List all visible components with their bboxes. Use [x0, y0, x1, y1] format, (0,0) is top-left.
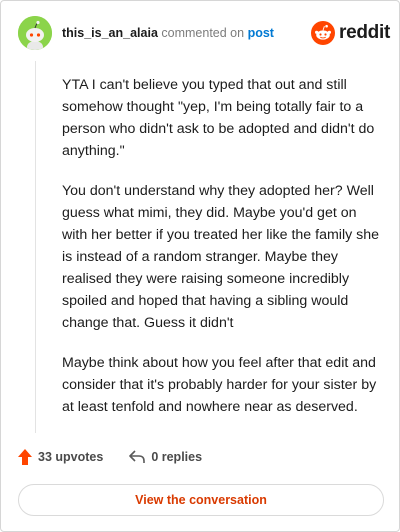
- replies-button[interactable]: 0 replies: [129, 450, 202, 464]
- arrow-up-icon: [18, 449, 32, 465]
- comment-card: this_is_an_alaia commented on post reddi…: [0, 0, 400, 532]
- upvote-count: 33 upvotes: [38, 450, 104, 464]
- comment-paragraph: You don't understand why they adopted he…: [62, 183, 380, 331]
- snoo-avatar-icon: [18, 16, 52, 50]
- reply-arrow-icon: [129, 450, 146, 463]
- comment-paragraph: Maybe think about how you feel after tha…: [62, 355, 377, 415]
- comment-paragraph: YTA I can't believe you typed that out a…: [62, 77, 375, 159]
- reddit-wordmark: reddit: [339, 22, 390, 43]
- post-link[interactable]: post: [248, 26, 274, 40]
- view-conversation-button[interactable]: View the conversation: [18, 484, 384, 516]
- commented-on-text: commented on: [161, 26, 245, 40]
- username[interactable]: this_is_an_alaia: [62, 26, 158, 40]
- reddit-snoo-icon: [311, 21, 335, 45]
- upvote-button[interactable]: 33 upvotes: [18, 449, 103, 465]
- comment-body: YTA I can't believe you typed that out a…: [62, 74, 384, 436]
- avatar[interactable]: [18, 16, 52, 50]
- reply-count: 0 replies: [151, 450, 203, 464]
- comment-actions: 33 upvotes 0 replies: [18, 449, 202, 465]
- thread-line: [35, 61, 36, 433]
- comment-header: this_is_an_alaia commented on post: [62, 26, 274, 40]
- reddit-logo[interactable]: reddit: [311, 21, 390, 45]
